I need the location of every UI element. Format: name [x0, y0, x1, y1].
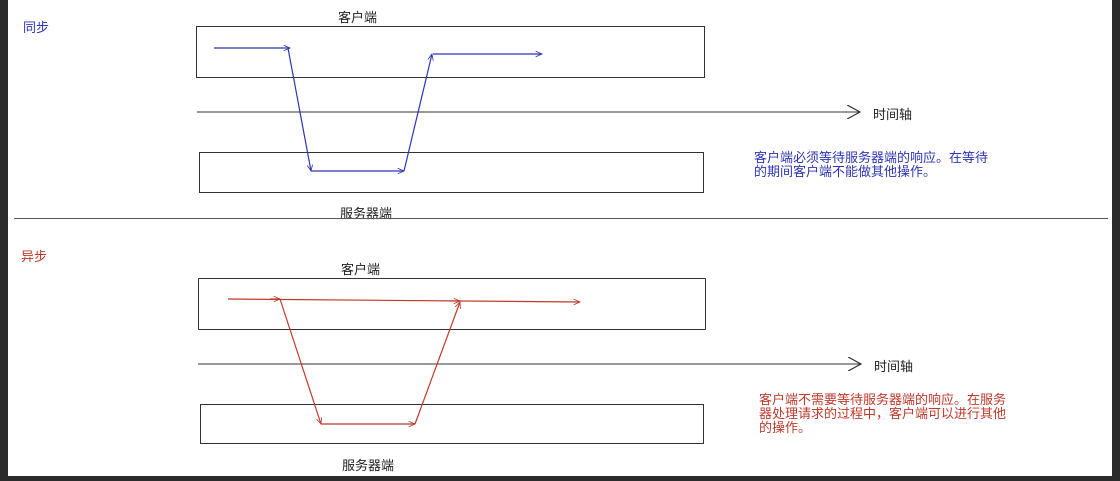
sync-flow-arrow-2	[287, 47, 311, 171]
arrows-layer	[197, 0, 1112, 476]
async-flow-arrow-2	[279, 298, 321, 424]
async-flow-arrow-4	[414, 302, 460, 425]
diagram-canvas: 同步 客户端 时间轴 服务器端 客户端必须等待服务器端的响应。在等待 的期间客户…	[8, 0, 1112, 476]
